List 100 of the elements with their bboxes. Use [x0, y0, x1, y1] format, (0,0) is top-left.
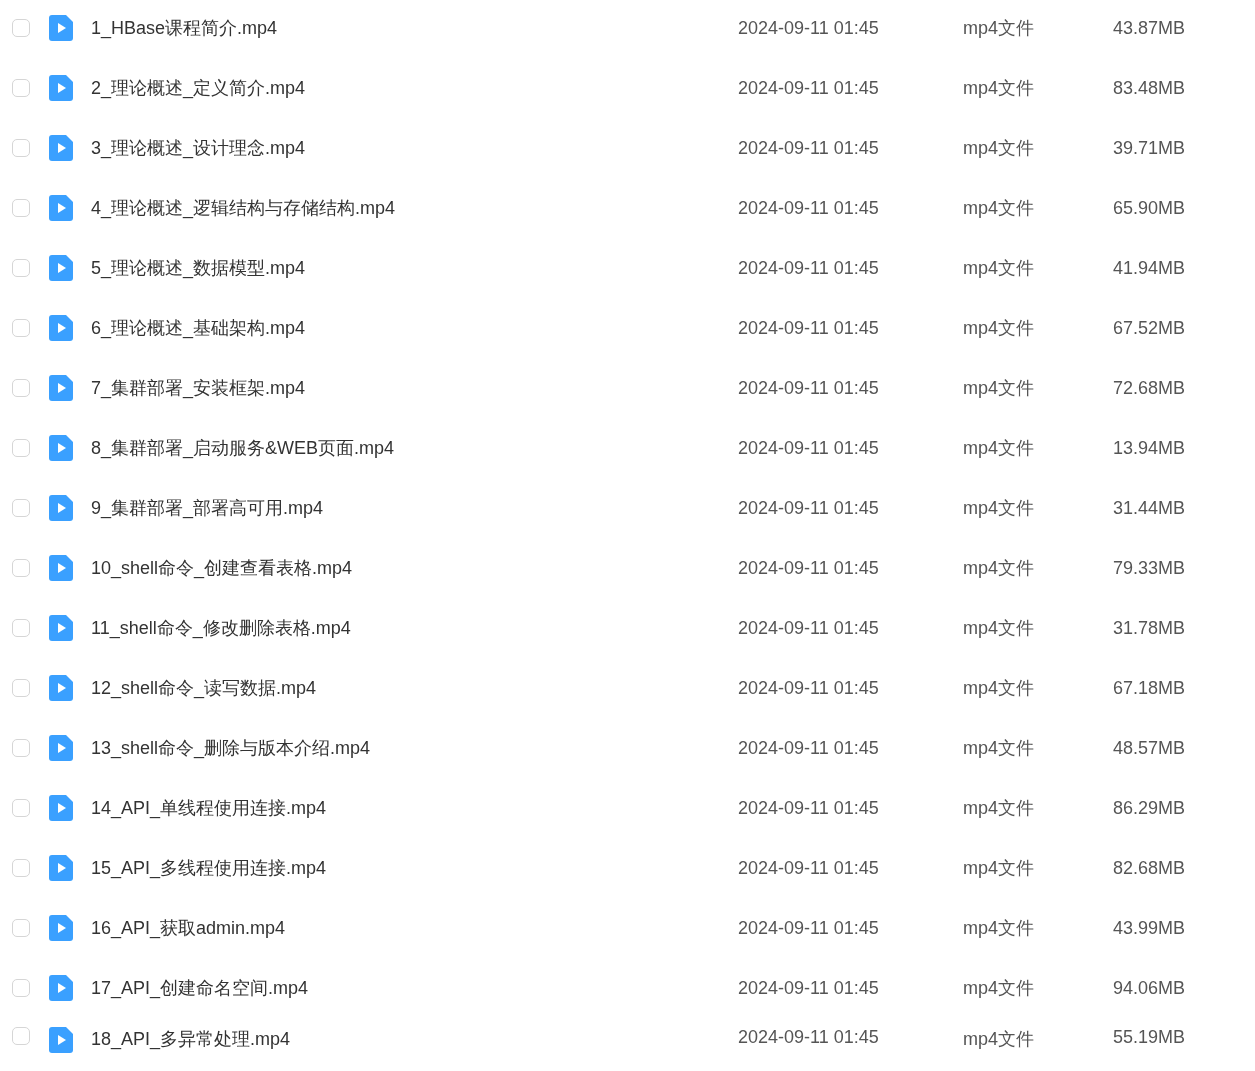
file-type: mp4文件	[963, 797, 1035, 820]
modified-time: 2024-09-11 01:45	[738, 557, 880, 579]
checkbox[interactable]	[12, 859, 30, 877]
file-name[interactable]: 2_理论概述_定义简介.mp4	[91, 76, 738, 100]
file-type: mp4文件	[963, 137, 1035, 160]
file-size: 31.44MB	[1113, 497, 1186, 519]
video-file-icon	[49, 855, 73, 881]
file-name[interactable]: 18_API_多异常处理.mp4	[91, 1027, 738, 1051]
checkbox[interactable]	[12, 439, 30, 457]
checkbox[interactable]	[12, 499, 30, 517]
file-name[interactable]: 11_shell命令_修改删除表格.mp4	[91, 616, 738, 640]
modified-time: 2024-09-11 01:45	[738, 437, 880, 459]
modified-time: 2024-09-11 01:45	[738, 617, 880, 639]
modified-time: 2024-09-11 01:45	[738, 977, 880, 999]
file-size: 82.68MB	[1113, 857, 1186, 879]
checkbox[interactable]	[12, 259, 30, 277]
file-name[interactable]: 9_集群部署_部署高可用.mp4	[91, 496, 738, 520]
file-name[interactable]: 7_集群部署_安装框架.mp4	[91, 376, 738, 400]
file-type: mp4文件	[963, 377, 1035, 400]
file-name[interactable]: 15_API_多线程使用连接.mp4	[91, 856, 738, 880]
file-size: 43.87MB	[1113, 17, 1186, 39]
file-name[interactable]: 14_API_单线程使用连接.mp4	[91, 796, 738, 820]
checkbox[interactable]	[12, 379, 30, 397]
file-size: 31.78MB	[1113, 617, 1186, 639]
file-size: 83.48MB	[1113, 77, 1186, 99]
modified-time: 2024-09-11 01:45	[738, 377, 880, 399]
file-name[interactable]: 4_理论概述_逻辑结构与存储结构.mp4	[91, 196, 738, 220]
file-name[interactable]: 10_shell命令_创建查看表格.mp4	[91, 556, 738, 580]
file-name[interactable]: 3_理论概述_设计理念.mp4	[91, 136, 738, 160]
video-file-icon	[49, 135, 73, 161]
file-size: 65.90MB	[1113, 197, 1186, 219]
modified-time: 2024-09-11 01:45	[738, 17, 880, 39]
modified-time: 2024-09-11 01:45	[738, 497, 880, 519]
file-size: 55.19MB	[1113, 1027, 1186, 1048]
video-file-icon	[49, 675, 73, 701]
video-file-icon	[49, 915, 73, 941]
video-file-icon	[49, 1027, 73, 1053]
file-name[interactable]: 1_HBase课程简介.mp4	[91, 16, 738, 40]
checkbox[interactable]	[12, 799, 30, 817]
file-name[interactable]: 16_API_获取admin.mp4	[91, 916, 738, 940]
checkbox[interactable]	[12, 1027, 30, 1045]
video-file-icon	[49, 375, 73, 401]
modified-time: 2024-09-11 01:45	[738, 917, 880, 939]
checkbox[interactable]	[12, 919, 30, 937]
file-type: mp4文件	[963, 857, 1035, 880]
checkbox[interactable]	[12, 679, 30, 697]
file-size: 67.18MB	[1113, 677, 1186, 699]
checkbox[interactable]	[12, 559, 30, 577]
file-type: mp4文件	[963, 437, 1035, 460]
file-type: mp4文件	[963, 197, 1035, 220]
file-size: 79.33MB	[1113, 557, 1186, 579]
file-name[interactable]: 12_shell命令_读写数据.mp4	[91, 676, 738, 700]
file-type: mp4文件	[963, 497, 1035, 520]
video-file-icon	[49, 795, 73, 821]
checkbox[interactable]	[12, 19, 30, 37]
file-size: 39.71MB	[1113, 137, 1186, 159]
file-size: 41.94MB	[1113, 257, 1186, 279]
file-name[interactable]: 17_API_创建命名空间.mp4	[91, 976, 738, 1000]
file-type: mp4文件	[963, 77, 1035, 100]
file-type: mp4文件	[963, 17, 1035, 40]
checkbox[interactable]	[12, 739, 30, 757]
file-type: mp4文件	[963, 677, 1035, 700]
checkbox[interactable]	[12, 619, 30, 637]
file-type: mp4文件	[963, 557, 1035, 580]
file-size: 48.57MB	[1113, 737, 1186, 759]
video-file-icon	[49, 255, 73, 281]
video-file-icon	[49, 735, 73, 761]
video-file-icon	[49, 555, 73, 581]
file-size: 43.99MB	[1113, 917, 1186, 939]
modified-time: 2024-09-11 01:45	[738, 737, 880, 759]
modified-time: 2024-09-11 01:45	[738, 857, 880, 879]
modified-time: 2024-09-11 01:45	[738, 77, 880, 99]
file-type: mp4文件	[963, 917, 1035, 940]
file-type: mp4文件	[963, 1028, 1035, 1051]
video-file-icon	[49, 75, 73, 101]
file-size: 67.52MB	[1113, 317, 1186, 339]
file-name[interactable]: 13_shell命令_删除与版本介绍.mp4	[91, 736, 738, 760]
checkbox[interactable]	[12, 199, 30, 217]
file-name[interactable]: 6_理论概述_基础架构.mp4	[91, 316, 738, 340]
video-file-icon	[49, 315, 73, 341]
checkbox[interactable]	[12, 79, 30, 97]
file-type: mp4文件	[963, 257, 1035, 280]
modified-time: 2024-09-11 01:45	[738, 197, 880, 219]
modified-time: 2024-09-11 01:45	[738, 1027, 880, 1048]
modified-time: 2024-09-11 01:45	[738, 677, 880, 699]
checkbox[interactable]	[12, 319, 30, 337]
modified-time: 2024-09-11 01:45	[738, 317, 880, 339]
modified-time: 2024-09-11 01:45	[738, 137, 880, 159]
file-name[interactable]: 8_集群部署_启动服务&WEB页面.mp4	[91, 436, 738, 460]
video-file-icon	[49, 975, 73, 1001]
checkbox[interactable]	[12, 139, 30, 157]
video-file-icon	[49, 195, 73, 221]
file-type: mp4文件	[963, 617, 1035, 640]
file-size: 13.94MB	[1113, 437, 1186, 459]
video-file-icon	[49, 15, 73, 41]
checkbox[interactable]	[12, 979, 30, 997]
video-file-icon	[49, 615, 73, 641]
video-file-icon	[49, 435, 73, 461]
file-type: mp4文件	[963, 737, 1035, 760]
file-name[interactable]: 5_理论概述_数据模型.mp4	[91, 256, 738, 280]
